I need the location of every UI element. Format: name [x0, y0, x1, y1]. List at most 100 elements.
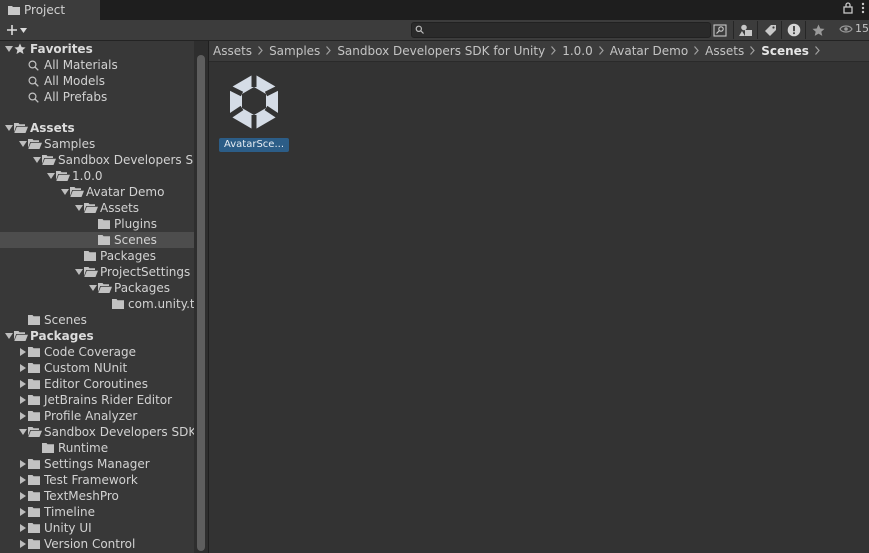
breadcrumb-separator-icon [324, 45, 337, 58]
create-button[interactable] [6, 21, 32, 39]
project-tab[interactable]: Project [0, 0, 100, 20]
favorites-button[interactable] [805, 21, 830, 39]
tree-item-label: Packages [114, 281, 170, 295]
breadcrumb-item[interactable]: 1.0.0 [562, 44, 597, 58]
tree-item-label: Test Framework [44, 473, 138, 487]
lock-icon[interactable] [843, 2, 853, 14]
tree-item-label: Packages [100, 249, 156, 263]
collapsed-arrow-icon[interactable] [18, 472, 28, 488]
tree-item[interactable]: Packages [0, 280, 194, 296]
folder-icon [8, 6, 20, 15]
tree-item[interactable]: Runtime [0, 440, 194, 456]
breadcrumb-item[interactable]: Sandbox Developers SDK for Unity [337, 44, 549, 58]
breadcrumb-item[interactable]: Scenes [761, 44, 813, 58]
tree-item[interactable]: Unity UI [0, 520, 194, 536]
breadcrumb-separator-icon [813, 45, 826, 58]
expanded-arrow-icon[interactable] [4, 328, 14, 344]
tree-section-packages[interactable]: Packages [0, 328, 194, 344]
tree-item[interactable]: Scenes [0, 312, 194, 328]
tree-item[interactable]: Sandbox Developers SDK for Unity [0, 424, 194, 440]
expanded-arrow-icon[interactable] [74, 264, 84, 280]
asset-item[interactable]: AvatarSce... [219, 72, 289, 152]
tree-scrollbar[interactable] [194, 41, 208, 553]
collapsed-arrow-icon[interactable] [18, 504, 28, 520]
collapsed-arrow-icon[interactable] [18, 376, 28, 392]
tree-item[interactable]: Scenes [0, 232, 194, 248]
tree-item[interactable]: Timeline [0, 504, 194, 520]
folder-open-icon [14, 328, 28, 344]
collapsed-arrow-icon[interactable] [18, 392, 28, 408]
tree-item[interactable]: All Prefabs [0, 89, 194, 105]
search-by-type-button[interactable] [709, 21, 731, 39]
folder-icon [28, 376, 42, 392]
expanded-arrow-icon[interactable] [18, 136, 28, 152]
tree-item[interactable]: Custom NUnit [0, 360, 194, 376]
tree-item[interactable]: ProjectSettings [0, 264, 194, 280]
expanded-arrow-icon[interactable] [4, 41, 14, 57]
tree-item[interactable]: Settings Manager [0, 456, 194, 472]
search-field[interactable] [411, 22, 711, 38]
tree-item[interactable]: Sandbox Developers SDK for Unity [0, 152, 194, 168]
expanded-arrow-icon[interactable] [74, 200, 84, 216]
collapsed-arrow-icon[interactable] [18, 344, 28, 360]
tree-item[interactable]: Code Coverage [0, 344, 194, 360]
breadcrumb: Assets Samples Sandbox Developers SDK for … [209, 41, 869, 62]
collapsed-arrow-icon[interactable] [18, 488, 28, 504]
breadcrumb-item[interactable]: Assets [213, 44, 256, 58]
expanded-arrow-icon[interactable] [60, 184, 70, 200]
search-input[interactable] [426, 23, 706, 37]
tree-item-label: TextMeshPro [44, 489, 119, 503]
breadcrumb-item[interactable]: Avatar Demo [610, 44, 692, 58]
tree-scrollbar-thumb[interactable] [197, 55, 205, 551]
expanded-arrow-icon[interactable] [4, 120, 14, 136]
tree-item[interactable]: Assets [0, 200, 194, 216]
star-icon [14, 41, 28, 57]
folder-icon [98, 232, 112, 248]
tree-item[interactable]: Test Framework [0, 472, 194, 488]
tree-section-favorites[interactable]: Favorites [0, 41, 194, 57]
tree-item-label: Favorites [30, 42, 93, 56]
breadcrumb-item[interactable]: Samples [269, 44, 324, 58]
tree-item[interactable]: Plugins [0, 216, 194, 232]
expanded-arrow-icon[interactable] [88, 280, 98, 296]
filter-by-type-button[interactable] [733, 21, 758, 39]
more-menu-icon[interactable] [861, 2, 865, 14]
project-toolbar: 15 [0, 20, 869, 41]
tree-item[interactable]: Editor Coroutines [0, 376, 194, 392]
tree-item[interactable]: Samples [0, 136, 194, 152]
folder-icon [28, 504, 42, 520]
tree-item[interactable]: Avatar Demo [0, 184, 194, 200]
no-arrow-spacer [32, 440, 42, 456]
tree-item[interactable]: 1.0.0 [0, 168, 194, 184]
tree-item[interactable]: Packages [0, 248, 194, 264]
tree-item[interactable]: All Models [0, 73, 194, 89]
filter-by-label-button[interactable] [757, 21, 782, 39]
collapsed-arrow-icon[interactable] [18, 408, 28, 424]
tree-item-label: Plugins [114, 217, 157, 231]
filter-by-log-type-button[interactable] [781, 21, 806, 39]
collapsed-arrow-icon[interactable] [18, 360, 28, 376]
expanded-arrow-icon[interactable] [18, 424, 28, 440]
breadcrumb-item[interactable]: Assets [705, 44, 748, 58]
folder-open-icon [98, 280, 112, 296]
tree-item[interactable]: Version Control [0, 536, 194, 552]
tree-item-label: Avatar Demo [86, 185, 165, 199]
tree-section-assets[interactable]: Assets [0, 120, 194, 136]
expanded-arrow-icon[interactable] [32, 152, 42, 168]
search-icon [415, 25, 424, 34]
collapsed-arrow-icon[interactable] [18, 456, 28, 472]
shapes-icon [739, 24, 752, 36]
tree-item[interactable]: All Materials [0, 57, 194, 73]
hidden-packages-toggle[interactable]: 15 [839, 22, 869, 35]
breadcrumb-separator-icon [692, 45, 705, 58]
no-arrow-spacer [18, 312, 28, 328]
collapsed-arrow-icon[interactable] [18, 520, 28, 536]
plus-icon [7, 25, 17, 35]
expanded-arrow-icon[interactable] [46, 168, 56, 184]
tree-item[interactable]: JetBrains Rider Editor [0, 392, 194, 408]
search-icon [28, 89, 42, 105]
tree-item[interactable]: com.unity.toolchain [0, 296, 194, 312]
collapsed-arrow-icon[interactable] [18, 536, 28, 552]
tree-item[interactable]: Profile Analyzer [0, 408, 194, 424]
tree-item[interactable]: TextMeshPro [0, 488, 194, 504]
